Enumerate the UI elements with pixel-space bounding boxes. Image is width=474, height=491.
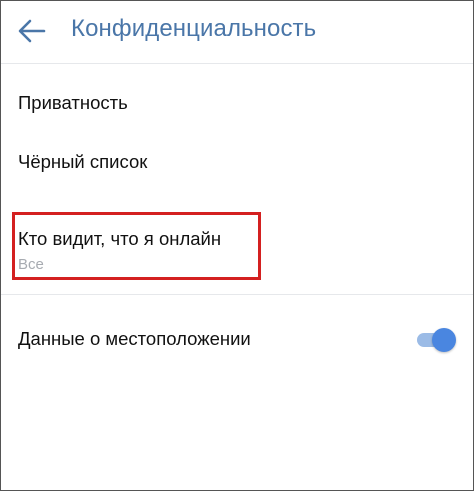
settings-item-privacy[interactable]: Приватность [1,63,473,133]
settings-item-label: Данные о местоположении [18,328,251,349]
app-header: Конфиденциальность [1,1,473,63]
arrow-left-icon [18,19,46,43]
settings-item-value: Все [18,256,44,273]
page-title: Конфиденциальность [71,15,317,42]
settings-item-label: Приватность [18,92,128,113]
settings-item-online-visibility[interactable]: Кто видит, что я онлайн Все [1,211,473,293]
location-toggle[interactable] [415,328,457,352]
settings-item-label: Чёрный список [18,151,148,172]
back-button[interactable] [17,18,47,44]
privacy-settings-screen: Конфиденциальность Приватность Чёрный сп… [0,0,474,491]
settings-item-label: Кто видит, что я онлайн [18,228,222,249]
settings-item-location[interactable]: Данные о местоположении [1,306,473,374]
settings-item-blacklist[interactable]: Чёрный список [1,133,473,205]
toggle-knob [432,328,456,352]
section-divider [1,294,473,295]
